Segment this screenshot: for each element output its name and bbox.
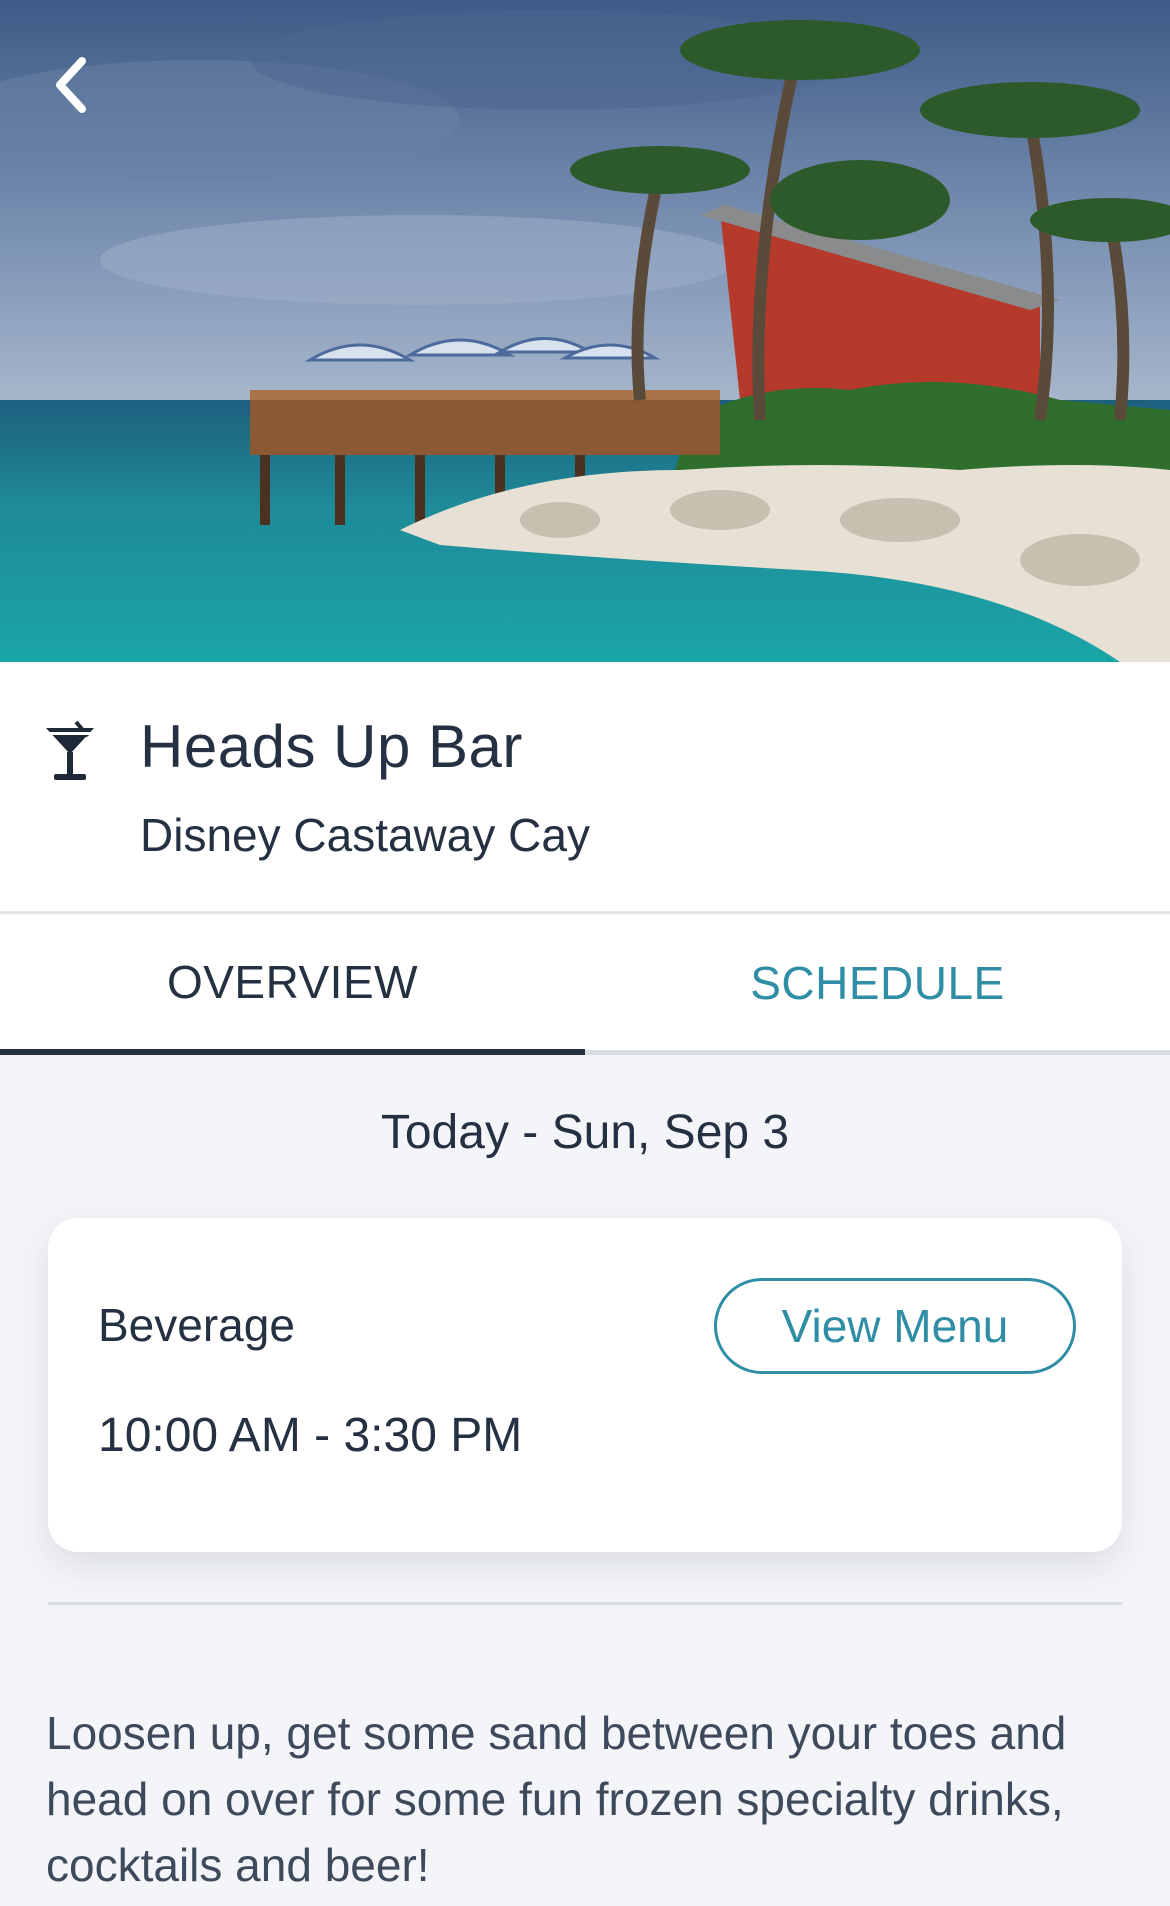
tab-bar: OVERVIEW SCHEDULE: [0, 915, 1170, 1055]
tab-overview[interactable]: OVERVIEW: [0, 915, 585, 1055]
hero-image: [0, 0, 1170, 662]
view-menu-button[interactable]: View Menu: [714, 1278, 1076, 1374]
cocktail-glass-icon: [46, 720, 94, 780]
operating-hours: 10:00 AM - 3:30 PM: [98, 1409, 523, 1462]
hours-card: Beverage 10:00 AM - 3:30 PM View Menu: [48, 1218, 1122, 1552]
chevron-left-icon: [56, 57, 86, 113]
page-title: Heads Up Bar: [140, 713, 523, 780]
venue-header: [0, 662, 1170, 914]
section-divider: [48, 1602, 1122, 1605]
schedule-date: Today - Sun, Sep 3: [380, 1106, 790, 1159]
tab-schedule[interactable]: SCHEDULE: [585, 915, 1170, 1055]
back-button[interactable]: [40, 45, 100, 125]
beach-scene-illustration: [0, 0, 1170, 662]
meal-type-label: Beverage: [98, 1299, 295, 1351]
venue-description: Loosen up, get some sand between your to…: [46, 1707, 1067, 1891]
location-subtitle: Disney Castaway Cay: [140, 809, 590, 861]
